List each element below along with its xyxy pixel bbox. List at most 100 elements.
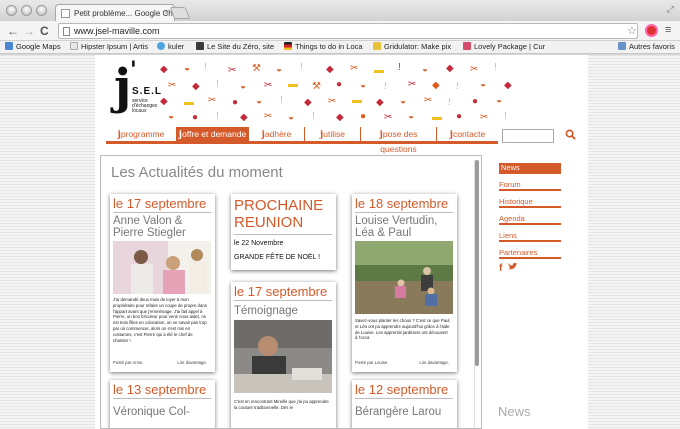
news-card[interactable]: le 13 septembre Véronique Col- bbox=[110, 380, 215, 428]
card-footer: Posté par Louise. Lire davantage. bbox=[355, 360, 449, 365]
basket-icon: ◒ bbox=[422, 64, 429, 75]
back-icon[interactable]: ← bbox=[7, 24, 19, 38]
ball-icon: ● bbox=[456, 111, 463, 122]
forward-icon[interactable]: → bbox=[23, 24, 35, 38]
header-pattern: ◆ ◒ ! ✂ ⚒ ◒ ! ◆ ✂ ▬ ! ◒ ◆ ✂ ! ✂ ◆ ! ◒ ✂ … bbox=[140, 61, 520, 125]
kite-icon: ◆ bbox=[504, 80, 512, 91]
card-date: le 18 septembre bbox=[355, 196, 449, 211]
menu-icon[interactable]: ≡ bbox=[665, 24, 671, 36]
meeting-card[interactable]: PROCHAINE REUNION le 22 Novembre GRANDE … bbox=[231, 194, 336, 270]
close-window-button[interactable] bbox=[6, 5, 17, 16]
search-input[interactable] bbox=[502, 129, 554, 143]
divider bbox=[113, 398, 211, 399]
divider bbox=[113, 212, 211, 213]
exclamation-icon: ! bbox=[216, 111, 219, 122]
sidebar-item-news[interactable]: News bbox=[499, 163, 561, 174]
search-icon[interactable] bbox=[565, 129, 576, 140]
hammer-icon: ⚒ bbox=[312, 81, 321, 92]
read-more-link[interactable]: Lire davantage. bbox=[177, 360, 207, 365]
divider bbox=[234, 300, 332, 301]
kite-icon: ◆ bbox=[326, 64, 334, 75]
flag-icon bbox=[284, 42, 292, 50]
bookmark-site-du-zero[interactable]: Le Site du Zéro, site bbox=[196, 42, 274, 51]
nav-pose-des-questions[interactable]: jpose des questions bbox=[360, 127, 436, 154]
browser-toolbar: ← → C www.jsel-maville.com ☆ ≡ bbox=[0, 21, 680, 41]
new-tab-button[interactable] bbox=[169, 7, 191, 19]
card-title: Bérangère Larou bbox=[355, 406, 442, 418]
divider bbox=[355, 212, 453, 213]
basket-icon: ◒ bbox=[480, 79, 487, 90]
bookmark-google-maps[interactable]: Google Maps bbox=[5, 42, 61, 51]
scissors-icon: ✂ bbox=[168, 80, 177, 91]
sidebar-item-forum[interactable]: Forum bbox=[499, 180, 561, 191]
bookmark-gridulator[interactable]: Gridulator: Make pix bbox=[373, 42, 451, 51]
folder-icon bbox=[618, 42, 626, 50]
exclamation-icon: ! bbox=[300, 62, 303, 73]
read-more-link[interactable]: Lire davantage. bbox=[419, 360, 449, 365]
close-tab-icon[interactable]: × bbox=[164, 8, 169, 17]
kite-icon: ◆ bbox=[240, 112, 248, 123]
basket-icon: ◒ bbox=[400, 96, 407, 107]
page-icon bbox=[63, 27, 70, 36]
news-card[interactable]: le 18 septembre Louise Vertudin, Léa & P… bbox=[352, 194, 457, 372]
basket-icon: ◒ bbox=[360, 80, 367, 91]
site-icon bbox=[196, 42, 204, 50]
sidebar-item-partenaires[interactable]: Partenaires bbox=[499, 248, 561, 259]
bookmark-things-to-do[interactable]: Things to do in Loca bbox=[284, 42, 363, 51]
bookmark-star-icon[interactable]: ☆ bbox=[627, 24, 637, 37]
exclamation-icon: ! bbox=[398, 62, 401, 73]
extension-icon[interactable] bbox=[645, 24, 658, 37]
bookmark-lovely-package[interactable]: Lovely Package | Cur bbox=[463, 42, 545, 51]
kite-icon: ◆ bbox=[446, 63, 454, 74]
kite-icon: ◆ bbox=[432, 80, 440, 91]
news-card[interactable]: le 12 septembre Bérangère Larou bbox=[352, 380, 457, 428]
feed-scrollbar-thumb[interactable] bbox=[475, 160, 479, 366]
fullscreen-icon[interactable]: ⤢ bbox=[667, 4, 674, 15]
page-favicon-icon bbox=[61, 9, 70, 18]
news-card[interactable]: le 17 septembre Témoignage C'est en renc… bbox=[231, 282, 336, 428]
bookmark-hipster-ipsum[interactable]: Hipster Ipsum | Artis bbox=[70, 42, 148, 51]
browser-tab[interactable]: Petit problème... Google Chr × bbox=[55, 4, 175, 21]
bookmark-other-folder[interactable]: Autres favoris bbox=[618, 42, 675, 51]
card-headline: PROCHAINE REUNION bbox=[234, 197, 324, 231]
main-nav: jprogramme joffre et demande jadhère jut… bbox=[106, 127, 498, 154]
sidebar-item-historique[interactable]: Historique bbox=[499, 197, 561, 208]
news-card[interactable]: le 17 septembre Anne Valon & Pierre Stie… bbox=[110, 194, 215, 372]
facebook-icon[interactable]: f bbox=[499, 263, 502, 274]
exclamation-icon: ! bbox=[204, 62, 207, 73]
minimize-window-button[interactable] bbox=[21, 5, 32, 16]
card-author: Posté par Anne. bbox=[113, 360, 144, 365]
nav-offre-et-demande[interactable]: joffre et demande bbox=[176, 127, 248, 141]
exclamation-icon: ! bbox=[384, 81, 387, 92]
basket-icon: ◒ bbox=[168, 111, 175, 122]
drill-icon: ▬ bbox=[374, 65, 384, 76]
card-title: Témoignage bbox=[234, 305, 298, 317]
drill-icon: ▬ bbox=[432, 112, 442, 123]
card-excerpt: C'est en rencontrant Mireille que j'ai p… bbox=[234, 399, 329, 410]
drill-icon: ▬ bbox=[184, 97, 194, 108]
nav-utilise[interactable]: jutilise bbox=[304, 127, 360, 141]
bookmarks-bar: Google Maps Hipster Ipsum | Artis kuler … bbox=[0, 41, 680, 54]
nav-contacte[interactable]: jcontacte bbox=[436, 127, 498, 141]
basket-icon: ◒ bbox=[240, 81, 247, 92]
basket-icon: ◒ bbox=[184, 63, 191, 74]
twitter-icon[interactable] bbox=[508, 262, 519, 271]
sidebar-item-liens[interactable]: Liens bbox=[499, 231, 561, 242]
nav-programme[interactable]: jprogramme bbox=[106, 127, 176, 141]
reload-icon[interactable]: C bbox=[40, 24, 49, 38]
kite-icon: ◆ bbox=[192, 81, 200, 92]
exclamation-icon: ! bbox=[494, 62, 497, 73]
nav-adhere[interactable]: jadhère bbox=[248, 127, 304, 141]
zoom-window-button[interactable] bbox=[36, 5, 47, 16]
card-author: Posté par Louise. bbox=[355, 360, 389, 365]
card-title: Véronique Col- bbox=[113, 406, 190, 418]
sidebar-item-agenda[interactable]: Agenda bbox=[499, 214, 561, 225]
kite-icon: ◆ bbox=[304, 97, 312, 108]
ball-icon: ● bbox=[192, 112, 199, 123]
exclamation-icon: ! bbox=[456, 81, 459, 92]
card-title: Louise Vertudin, Léa & Paul bbox=[355, 215, 438, 239]
page-viewport: j ' S.E.L service d'échanges locaux ◆ ◒ … bbox=[0, 55, 680, 429]
basket-icon: ◒ bbox=[276, 64, 283, 75]
address-bar[interactable]: www.jsel-maville.com bbox=[58, 23, 638, 39]
bookmark-kuler[interactable]: kuler bbox=[157, 42, 184, 51]
